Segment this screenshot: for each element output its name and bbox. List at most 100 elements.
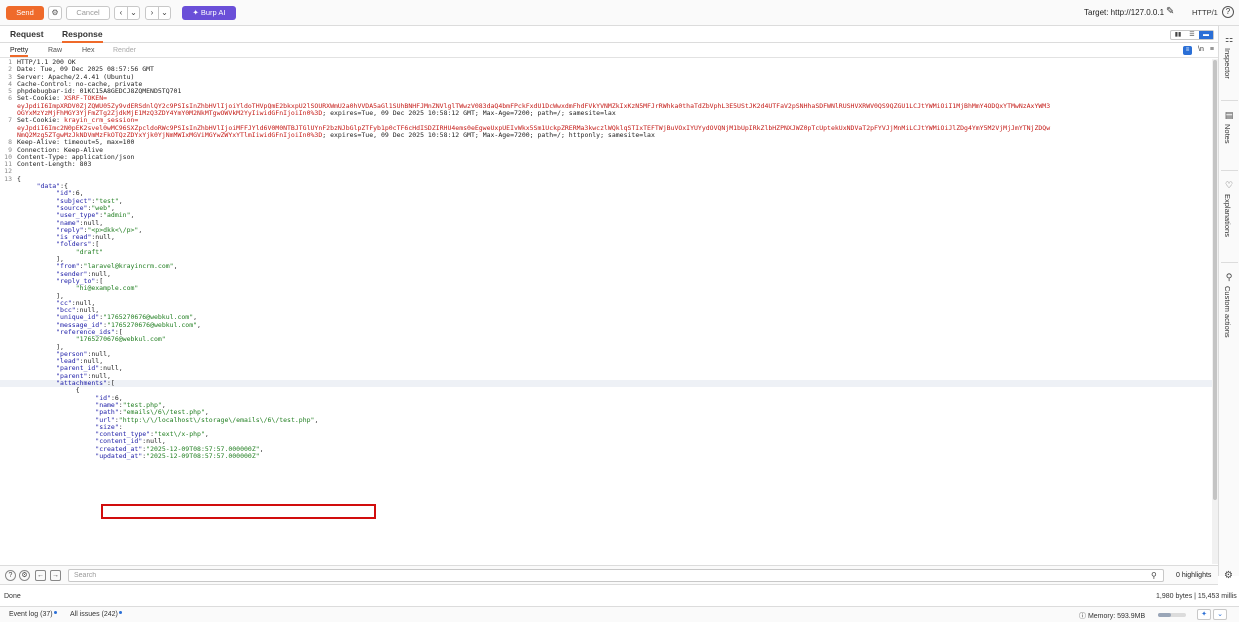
arrow-left-icon[interactable]: ← [35, 570, 46, 581]
code-line[interactable]: ], [0, 292, 1212, 300]
burp-ai-status-icon[interactable]: ✦ [1197, 609, 1211, 620]
tab-response[interactable]: Response [62, 29, 103, 43]
code-token: , [138, 225, 143, 234]
tab-request[interactable]: Request [10, 29, 44, 39]
search-input[interactable] [68, 569, 1164, 582]
code-line[interactable]: NmQ2Mzg5ZTgwMzJkNDVmMzFkOTQzZDYxYjk0YjNm… [0, 131, 1212, 139]
back-nav-group: ‹ ⌄ [114, 6, 140, 20]
right-sidebar: ⚏ Inspector ▤ Notes ♡ Explanations ⚲ Cus… [1218, 26, 1239, 576]
code-line[interactable]: "hi@example.com" [0, 285, 1212, 292]
code-line[interactable]: "data":{ [0, 182, 1212, 190]
code-line[interactable]: "from":"laravel@krayincrm.com", [0, 263, 1212, 270]
message-actions-icon[interactable]: ≡ [1183, 46, 1192, 55]
protocol-selector[interactable]: HTTP/1 [1192, 8, 1218, 17]
code-line[interactable]: "id":6, [0, 190, 1212, 197]
code-line[interactable]: 8 Keep-Alive: timeout=5, max=100 [0, 138, 1212, 146]
code-line[interactable]: "content_type":"text\/x-php", [0, 430, 1212, 438]
tab-hex[interactable]: Hex [82, 47, 94, 54]
search-icon[interactable]: ⚲ [1151, 571, 1157, 580]
burp-ai-button[interactable]: ✦ Burp AI [182, 6, 236, 20]
code-line[interactable]: "updated_at":"2025-12-09T08:57:57.000000… [0, 452, 1212, 460]
code-line[interactable]: "reply_to":[ [0, 277, 1212, 285]
gear-icon[interactable]: ⚙ [48, 6, 62, 20]
code-line[interactable]: 10 Content-Type: application/json [0, 153, 1212, 161]
layout-tabs-icon[interactable]: ▬ [1199, 31, 1213, 39]
bottom-controls: ✦ ⌄ [1197, 609, 1227, 620]
event-log-link[interactable]: Event log (37) [9, 611, 57, 618]
tab-raw[interactable]: Raw [48, 47, 62, 54]
code-line[interactable]: 2 Date: Tue, 09 Dec 2025 08:57:56 GMT [0, 65, 1212, 73]
editor-scrollbar-thumb[interactable] [1213, 60, 1217, 500]
notification-dot [53, 611, 57, 614]
chevron-right-icon[interactable]: › [146, 7, 158, 19]
code-token: "hi@example.com" [75, 284, 139, 293]
chevron-down-icon[interactable]: ⌄ [1213, 609, 1227, 620]
code-token: , [314, 415, 319, 424]
sidebar-label: Explanations [1223, 194, 1232, 237]
memory-bar-fill [1158, 613, 1171, 617]
code-line[interactable]: "sender":null, [0, 270, 1212, 278]
code-line[interactable]: ], [0, 343, 1212, 351]
code-line[interactable]: 3 Server: Apache/2.4.41 (Ubuntu) [0, 73, 1212, 81]
target-label[interactable]: Target: http://127.0.0.1 [1084, 8, 1164, 17]
code-line[interactable]: "lead":null, [0, 358, 1212, 365]
code-line[interactable]: 11 Content-Length: 803 [0, 160, 1212, 168]
code-line[interactable]: "reply":"<p>dkk<\/p>", [0, 225, 1212, 234]
code-line[interactable]: "url":"http:\/\/localhost\/storage\/emai… [0, 415, 1212, 424]
code-line[interactable]: "user_type":"admin", [0, 212, 1212, 219]
code-line[interactable]: "person":null, [0, 350, 1212, 358]
tab-render[interactable]: Render [113, 47, 136, 54]
chevron-down-icon[interactable]: ⌄ [158, 7, 170, 19]
code-line[interactable]: "reference_ids":[ [0, 328, 1212, 336]
code-line[interactable]: "cc":null, [0, 299, 1212, 307]
code-token: ; expires=Tue, 09 Dec 2025 10:58:12 GMT;… [322, 109, 616, 118]
code-token: , [118, 196, 123, 205]
help-icon[interactable]: ? [1222, 6, 1234, 18]
code-token: "http:\/\/localhost\/storage\/emails\/6\… [118, 415, 315, 424]
code-line[interactable]: { [0, 387, 1212, 394]
code-line[interactable]: "is_read":null, [0, 233, 1212, 241]
arrow-right-icon[interactable]: → [50, 570, 61, 581]
code-line[interactable]: 13{ [0, 175, 1212, 183]
code-line[interactable]: "attachments":[ [0, 379, 1212, 388]
sidebar-label: Notes [1223, 124, 1232, 144]
code-line[interactable]: ], [0, 255, 1212, 263]
code-line[interactable]: 1 HTTP/1.1 200 OK [0, 59, 1212, 66]
chevron-left-icon[interactable]: ‹ [115, 7, 127, 19]
layout-split-horizontal-icon[interactable]: ☰ [1185, 31, 1199, 39]
settings-icon[interactable]: ⚙ [19, 570, 30, 581]
all-issues-link[interactable]: All issues (242) [70, 611, 122, 618]
code-line[interactable]: 9 Connection: Keep-Alive [0, 146, 1212, 154]
code-line[interactable]: 5 phpdebugbar-id: 01KC15A8GEDCJ8ZQMEND5TQ… [0, 87, 1212, 95]
notification-dot [118, 611, 122, 614]
code-line[interactable]: 12 [0, 168, 1212, 176]
code-token: "admin" [103, 211, 131, 220]
code-line[interactable]: "1765270676@webkul.com" [0, 336, 1212, 343]
code-token: "draft" [75, 247, 104, 256]
code-line[interactable]: 4 Cache-Control: no-cache, private [0, 80, 1212, 88]
layout-split-vertical-icon[interactable]: ▮▮ [1171, 31, 1185, 39]
newline-toggle[interactable]: \n [1198, 46, 1204, 55]
code-line[interactable]: "parent":null, [0, 372, 1212, 380]
custom-actions-icon: ⚲ [1225, 272, 1233, 282]
code-line[interactable]: "draft" [0, 247, 1212, 256]
code-line[interactable]: "folders":[ [0, 241, 1212, 248]
response-editor[interactable]: 1 HTTP/1.1 200 OK 2 Date: Tue, 09 Dec 2025 … [0, 59, 1212, 564]
code-line[interactable]: OGYxMzYzMjFhMGY3YjFmZTg2ZjdkMjE1MzQ3ZDY4… [0, 109, 1212, 118]
code-line[interactable]: "subject":"test", [0, 196, 1212, 205]
status-text: Done [4, 593, 21, 600]
code-line[interactable]: "name":null, [0, 219, 1212, 227]
chevron-down-icon[interactable]: ⌄ [127, 7, 139, 19]
code-line[interactable]: "id":6, [0, 394, 1212, 402]
help-icon[interactable]: ? [5, 570, 16, 581]
tab-pretty[interactable]: Pretty [10, 47, 29, 57]
cancel-button[interactable]: Cancel [66, 6, 110, 20]
code-line[interactable]: "parent_id":null, [0, 365, 1212, 372]
code-line[interactable]: "message_id":"1765270676@webkul.com", [0, 321, 1212, 329]
menu-icon[interactable]: ≡ [1210, 46, 1214, 55]
gear-icon[interactable]: ⚙ [1224, 570, 1233, 581]
code-line[interactable]: "source":"web", [0, 204, 1212, 212]
pencil-icon[interactable]: ✎ [1166, 6, 1174, 17]
code-text: "updated_at":"2025-12-09T08:57:57.000000… [17, 452, 259, 460]
send-button[interactable]: Send [6, 6, 44, 20]
